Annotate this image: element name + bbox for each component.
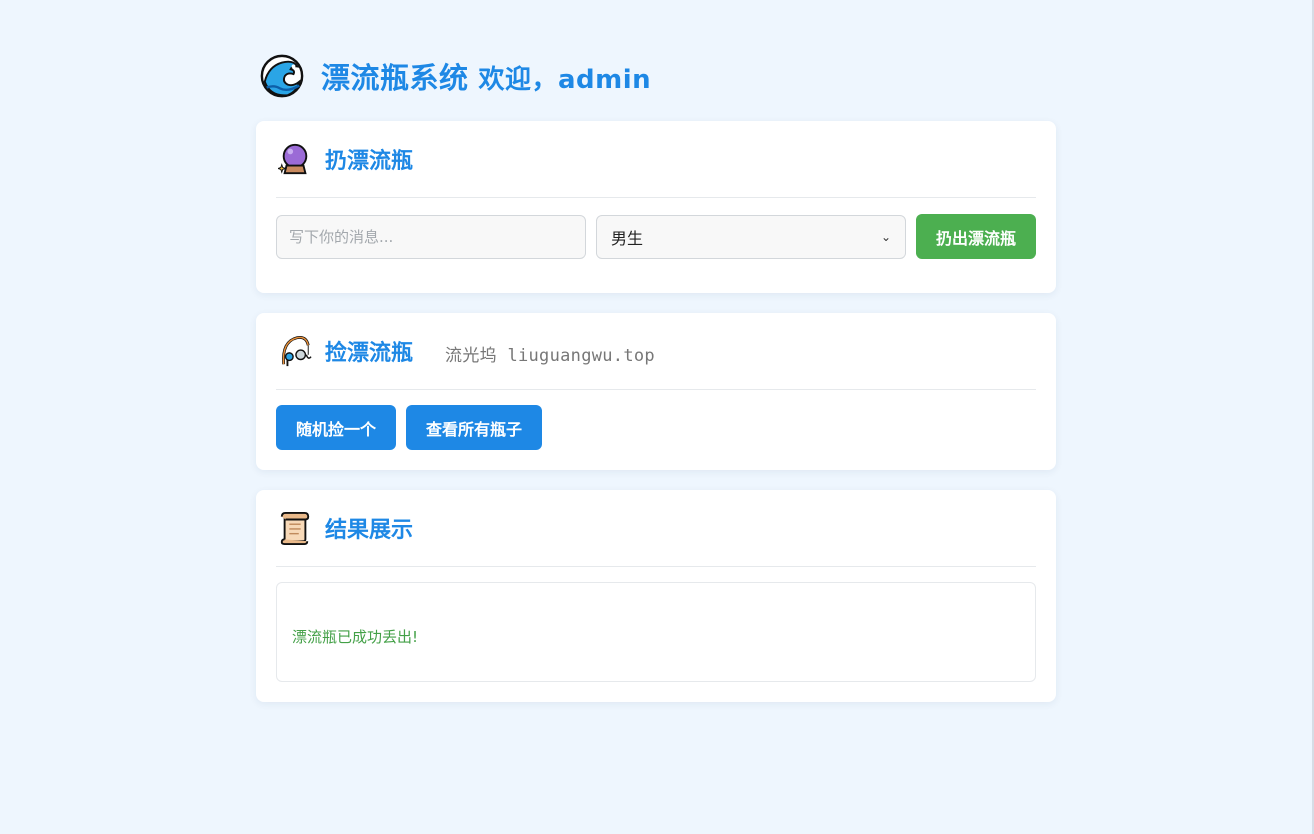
scroll-icon <box>280 511 310 545</box>
throw-bottle-header: 扔漂流瓶 <box>276 121 1036 198</box>
result-panel: 漂流瓶已成功丢出! <box>276 582 1036 682</box>
page-header: 漂流瓶系统 欢迎，admin <box>256 48 1056 104</box>
pick-bottle-header: 捡漂流瓶 流光坞 liuguangwu.top <box>276 313 1036 390</box>
pick-bottle-card: 捡漂流瓶 流光坞 liuguangwu.top 随机捡一个 查看所有瓶子 <box>256 313 1056 470</box>
crystal-ball-icon <box>278 143 308 175</box>
pick-bottle-actions: 随机捡一个 查看所有瓶子 <box>276 405 1036 450</box>
water-wave-icon <box>260 54 304 98</box>
throw-bottle-title: 扔漂流瓶 <box>325 149 414 174</box>
page-title: 漂流瓶系统 欢迎，admin <box>321 55 651 97</box>
view-all-bottles-button[interactable]: 查看所有瓶子 <box>406 405 543 450</box>
app-title: 漂流瓶系统 <box>321 61 469 95</box>
fishing-pole-icon <box>282 336 312 367</box>
result-message: 漂流瓶已成功丢出! <box>292 627 419 646</box>
result-header: 结果展示 <box>276 490 1036 567</box>
throw-bottle-button[interactable]: 扔出漂流瓶 <box>916 214 1036 259</box>
gender-select[interactable]: 男生 ⌄ <box>596 214 906 259</box>
gender-select-value: 男生 <box>611 228 644 248</box>
result-card: 结果展示 漂流瓶已成功丢出! <box>256 490 1056 702</box>
welcome-text: 欢迎，admin <box>478 65 652 95</box>
pick-bottle-title: 捡漂流瓶 <box>325 341 414 366</box>
site-tagline: 流光坞 liuguangwu.top <box>445 345 655 366</box>
random-pick-button[interactable]: 随机捡一个 <box>276 405 397 450</box>
throw-bottle-card: 扔漂流瓶 男生 ⌄ 扔出漂流瓶 <box>256 121 1056 293</box>
message-input[interactable] <box>276 214 586 259</box>
throw-bottle-form: 男生 ⌄ 扔出漂流瓶 <box>276 214 1036 259</box>
result-title: 结果展示 <box>325 518 414 543</box>
chevron-down-icon: ⌄ <box>880 229 891 244</box>
main-container: 漂流瓶系统欢迎，admin 扔漂流瓶 男生 ⌄ 扔出漂流瓶 <box>256 48 1056 722</box>
